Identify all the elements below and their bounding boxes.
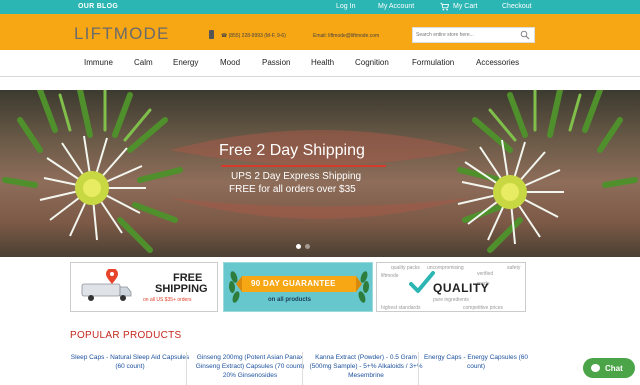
guarantee-title: 90 DAY GUARANTEE [251, 279, 336, 288]
quality-word-7: competitive prices [463, 305, 504, 311]
quality-word-2: verified [477, 271, 494, 277]
top-bar: OUR BLOG Log In My Account My Cart Check… [0, 0, 640, 14]
nav-item-energy[interactable]: Energy [173, 58, 198, 67]
nav-item-accessories[interactable]: Accessories [476, 58, 519, 67]
phone-icon [209, 30, 214, 39]
search-input[interactable] [416, 30, 516, 40]
nav-item-passion[interactable]: Passion [262, 58, 290, 67]
nav-item-immune[interactable]: Immune [84, 58, 113, 67]
free-shipping-line-2: SHIPPING [155, 283, 208, 295]
quality-word-4: safety [507, 265, 521, 271]
free-shipping-note: on all US $35+ orders [143, 297, 192, 303]
popular-products-heading: POPULAR PRODUCTS [70, 330, 182, 341]
phone-number: ☎ (855) 228-9993 (M-F, 9-6) [221, 33, 286, 39]
checkout-link[interactable]: Checkout [502, 3, 532, 10]
page: OUR BLOG Log In My Account My Cart Check… [0, 0, 640, 385]
chat-label: Chat [605, 364, 623, 373]
blog-link[interactable]: OUR BLOG [78, 3, 118, 10]
my-account-link[interactable]: My Account [378, 3, 414, 10]
nav-item-calm[interactable]: Calm [134, 58, 153, 67]
free-shipping-banner[interactable]: FREE SHIPPING on all US $35+ orders [70, 262, 218, 312]
quality-word-5: pure ingredients [433, 297, 469, 303]
nav-item-cognition[interactable]: Cognition [355, 58, 389, 67]
nav-item-formulation[interactable]: Formulation [412, 58, 454, 67]
my-cart-link[interactable]: My Cart [453, 3, 478, 10]
guarantee-subtitle: on all products [268, 297, 312, 303]
quality-banner[interactable]: uncompromising verified liftmode safety … [376, 262, 526, 312]
product-link-ginseng[interactable]: Ginseng 200mg (Potent Asian Panax Ginsen… [190, 353, 310, 380]
hero-title-underline [221, 165, 386, 167]
hero-slider[interactable]: Free 2 Day Shipping UPS 2 Day Express Sh… [0, 90, 640, 257]
email-address[interactable]: Email: liftmode@liftmode.com [313, 33, 379, 39]
search-box [412, 27, 535, 43]
guarantee-banner[interactable]: 90 DAY GUARANTEE on all products [223, 262, 373, 312]
cart-icon[interactable] [440, 2, 449, 11]
main-nav: Immune Calm Energy Mood Passion Health C… [0, 51, 640, 77]
chat-bubble-icon [591, 364, 600, 372]
header: LIFTMODE ☎ (855) 228-9993 (M-F, 9-6) Ema… [0, 14, 640, 50]
product-link-kanna[interactable]: Kanna Extract (Powder) - 0.5 Gram (500mg… [306, 353, 426, 380]
logo[interactable]: LIFTMODE [74, 24, 170, 44]
nav-item-mood[interactable]: Mood [220, 58, 240, 67]
slider-dot-2[interactable] [305, 244, 310, 249]
chat-button[interactable]: Chat [583, 358, 635, 378]
hero-subtitle-2: FREE for all orders over $35 [229, 184, 356, 195]
quality-title: QUALITY [433, 281, 490, 295]
product-link-energy-caps[interactable]: Energy Caps - Energy Capsules (60 count) [416, 353, 536, 371]
login-link[interactable]: Log In [336, 3, 355, 10]
product-divider [186, 352, 187, 385]
search-icon[interactable] [520, 30, 530, 40]
product-link-sleep-caps[interactable]: Sleep Caps - Natural Sleep Aid Capsules … [70, 353, 190, 371]
quality-word-3: liftmode [381, 273, 399, 279]
nav-item-health[interactable]: Health [311, 58, 334, 67]
hero-title: Free 2 Day Shipping [219, 142, 365, 159]
hero-subtitle-1: UPS 2 Day Express Shipping [231, 171, 362, 182]
map-pin-icon [106, 269, 118, 284]
slider-dot-1[interactable] [296, 244, 301, 249]
checkmark-icon [409, 271, 435, 293]
quality-word-6: highest standards [381, 305, 421, 311]
product-divider [302, 352, 303, 385]
